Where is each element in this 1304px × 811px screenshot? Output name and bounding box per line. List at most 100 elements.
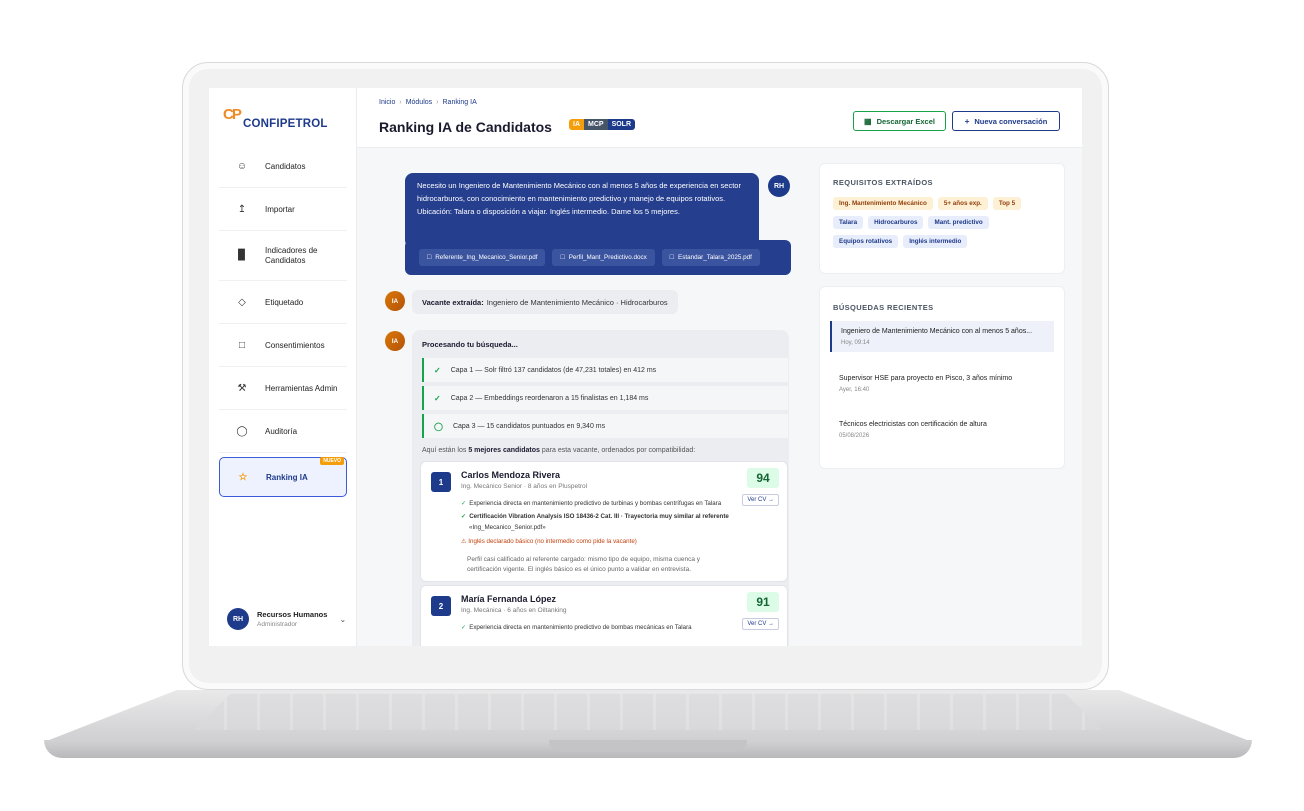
sidebar-item-importar[interactable]: ↥ Importar: [219, 188, 347, 231]
extracted-vacancy: Vacante extraída: Ingeniero de Mantenimi…: [412, 290, 678, 314]
sidebar-item-label: Consentimientos: [265, 340, 325, 350]
sidebar-item-consentimientos[interactable]: □ Consentimientos: [219, 324, 347, 367]
layer-status: ◯ Capa 3 — 15 candidatos puntuados en 9,3…: [422, 414, 788, 438]
recent-search-item[interactable]: Técnicos electricistas con certificación…: [830, 414, 1054, 445]
sidebar-item-label: Candidatos: [265, 161, 306, 171]
recent-search-text: Supervisor HSE para proyecto en Pisco, 3…: [839, 375, 1013, 382]
document-icon: □: [238, 339, 246, 351]
chat-area: Necesito un Ingeniero de Mantenimiento M…: [357, 148, 1082, 646]
sidebar-item-label: Importar: [265, 204, 295, 214]
ai-response: Procesando tu búsqueda... ✓ Capa 1 — Solr…: [412, 330, 789, 646]
view-cv-button[interactable]: Ver CV →: [742, 494, 779, 506]
file-icon: □: [560, 254, 565, 261]
recent-search-item[interactable]: Ingeniero de Mantenimiento Mecánico con …: [830, 321, 1054, 352]
tag-mcp: MCP: [584, 119, 608, 130]
attachment-chip[interactable]: □ Perfil_Mant_Predictivo.docx: [552, 249, 655, 266]
intro-highlight: 5 mejores candidatos: [468, 447, 540, 454]
requirement-chip: Talara: [833, 216, 864, 229]
layer-status: ✓ Capa 1 — Solr filtró 137 candidatos (de…: [422, 358, 788, 382]
ai-avatar: IA: [385, 291, 405, 311]
candidate-card: 1 Carlos Mendoza Rivera Ing. Mecánico Se…: [420, 461, 788, 582]
score-badge: 91: [747, 592, 779, 612]
view-cv-button[interactable]: Ver CV →: [742, 618, 779, 630]
intro-text: Aquí están los: [422, 447, 467, 454]
recent-search-text: Ingeniero de Mantenimiento Mecánico con …: [841, 328, 1033, 335]
recent-search-item[interactable]: Supervisor HSE para proyecto en Pisco, 3…: [830, 368, 1054, 399]
sidebar-item-label: Auditoría: [265, 426, 298, 436]
brand-logo[interactable]: CP CONFIPETROL: [223, 106, 328, 130]
layer-text: Capa 2 — Embeddings reordenaron a 15 fin…: [450, 394, 649, 402]
attachment-name: Referente_Ing_Mecanico_Senior.pdf: [435, 254, 538, 261]
sidebar-item-herramientas[interactable]: ⚒ Herramientas Admin: [219, 367, 347, 410]
app-screen: CP CONFIPETROL ☺ Candidatos ↥ Importar ▉…: [209, 88, 1082, 646]
results-intro: Aquí están los 5 mejores candidatos para…: [422, 447, 695, 454]
user-menu[interactable]: RH Recursos Humanos Administrador ⌄: [227, 608, 346, 630]
file-icon: □: [669, 254, 674, 261]
recent-searches-panel: BÚSQUEDAS RECIENTES Ingeniero de Manteni…: [819, 286, 1065, 469]
breadcrumb: Inicio › Módulos › Ranking IA: [379, 99, 477, 106]
tag-icon: ◇: [238, 296, 246, 308]
upload-icon: ↥: [237, 203, 247, 215]
file-icon: □: [427, 254, 432, 261]
requirements-panel: REQUISITOS EXTRAÍDOS Ing. Mantenimiento …: [819, 163, 1065, 274]
attachment-chip[interactable]: □ Estandar_Talara_2025.pdf: [661, 249, 760, 266]
check-icon: ✓: [461, 513, 467, 520]
requirement-chip: Inglés intermedio: [903, 235, 968, 248]
requirement-chip: Hidrocarburos: [868, 216, 924, 229]
sidebar-nav: ☺ Candidatos ↥ Importar ▉ Indicadores de…: [219, 145, 347, 497]
recent-search-text: Técnicos electricistas con certificación…: [839, 421, 987, 428]
sidebar-item-candidatos[interactable]: ☺ Candidatos: [219, 145, 347, 188]
attachment-chip[interactable]: □ Referente_Ing_Mecanico_Senior.pdf: [419, 249, 546, 266]
sidebar: CP CONFIPETROL ☺ Candidatos ↥ Importar ▉…: [209, 88, 357, 646]
requirement-chip: Mant. predictivo: [928, 216, 989, 229]
chevron-down-icon: ⌄: [339, 614, 347, 624]
excel-file-icon: ▦: [864, 116, 872, 126]
ai-avatar: IA: [385, 331, 405, 351]
warning-bullet: ⚠ Inglés declarado básico (no intermedio…: [461, 537, 637, 547]
attachment-name: Estandar_Talara_2025.pdf: [678, 254, 752, 261]
processing-title: Procesando tu búsqueda...: [422, 340, 518, 349]
candidate-role: Ing. Mecánico Senior · 8 años en Pluspet…: [461, 483, 588, 490]
sidebar-item-indicadores[interactable]: ▉ Indicadores de Candidatos: [219, 231, 347, 281]
user-message: Necesito un Ingeniero de Mantenimiento M…: [405, 173, 759, 248]
download-excel-button[interactable]: ▦ Descargar Excel: [853, 111, 946, 131]
match-bullet: ✓ Certificación Vibration Analysis ISO 18…: [461, 512, 729, 522]
bullet-text: Experiencia directa en mantenimiento pre…: [469, 624, 692, 631]
wrench-icon: ⚒: [237, 382, 247, 394]
recent-search-time: Ayer, 16:40: [839, 387, 870, 393]
breadcrumb-modulos[interactable]: Módulos: [406, 99, 432, 106]
recent-search-time: Hoy, 09:14: [841, 340, 870, 346]
score-badge: 94: [747, 468, 779, 488]
attachments-row: □ Referente_Ing_Mecanico_Senior.pdf □ Perf…: [405, 240, 791, 275]
rank-badge: 2: [431, 596, 451, 616]
new-badge: NUEVO: [320, 457, 344, 465]
sidebar-item-etiquetado[interactable]: ◇ Etiquetado: [219, 281, 347, 324]
candidate-card: 2 María Fernanda López Ing. Mecánica · 6…: [420, 585, 788, 646]
sidebar-item-ranking-ia[interactable]: ☆ Ranking IA NUEVO: [219, 457, 347, 497]
plus-icon: +: [964, 116, 970, 126]
sidebar-item-label: Ranking IA: [266, 472, 308, 482]
laptop-base: [44, 690, 1252, 772]
requirement-chip: 5+ años exp.: [937, 197, 988, 210]
breadcrumb-inicio[interactable]: Inicio: [379, 99, 395, 106]
warning-text: Inglés declarado básico (no intermedio c…: [468, 538, 637, 545]
requirement-chips: Ing. Mantenimiento Mecánico 5+ años exp.…: [833, 197, 1055, 254]
sidebar-item-auditoria[interactable]: ◯ Auditoría: [219, 410, 347, 453]
requirements-title: REQUISITOS EXTRAÍDOS: [833, 178, 933, 187]
check-icon: ✓: [434, 365, 441, 375]
intro-text: para esta vacante, ordenados por compati…: [541, 447, 696, 454]
requirement-chip: Equipos rotativos: [833, 235, 899, 248]
new-conversation-button[interactable]: + Nueva conversación: [952, 111, 1060, 131]
avatar: RH: [227, 608, 249, 630]
tag-ia: IA: [569, 119, 584, 130]
tech-tags: IA MCP SOLR: [569, 119, 636, 130]
match-bullet: ✓ Experiencia directa en mantenimiento pr…: [461, 499, 721, 509]
recent-searches-title: BÚSQUEDAS RECIENTES: [833, 303, 934, 312]
requirement-chip: Ing. Mantenimiento Mecánico: [833, 197, 933, 210]
tag-solr: SOLR: [607, 119, 636, 130]
user-name: Recursos Humanos: [257, 610, 328, 619]
sidebar-item-label: Indicadores de Candidatos: [265, 245, 318, 265]
shield-icon: ◯: [236, 425, 248, 437]
user-icon: ☺: [236, 160, 248, 172]
vacancy-value: Ingeniero de Mantenimiento Mecánico · Hi…: [486, 297, 668, 307]
